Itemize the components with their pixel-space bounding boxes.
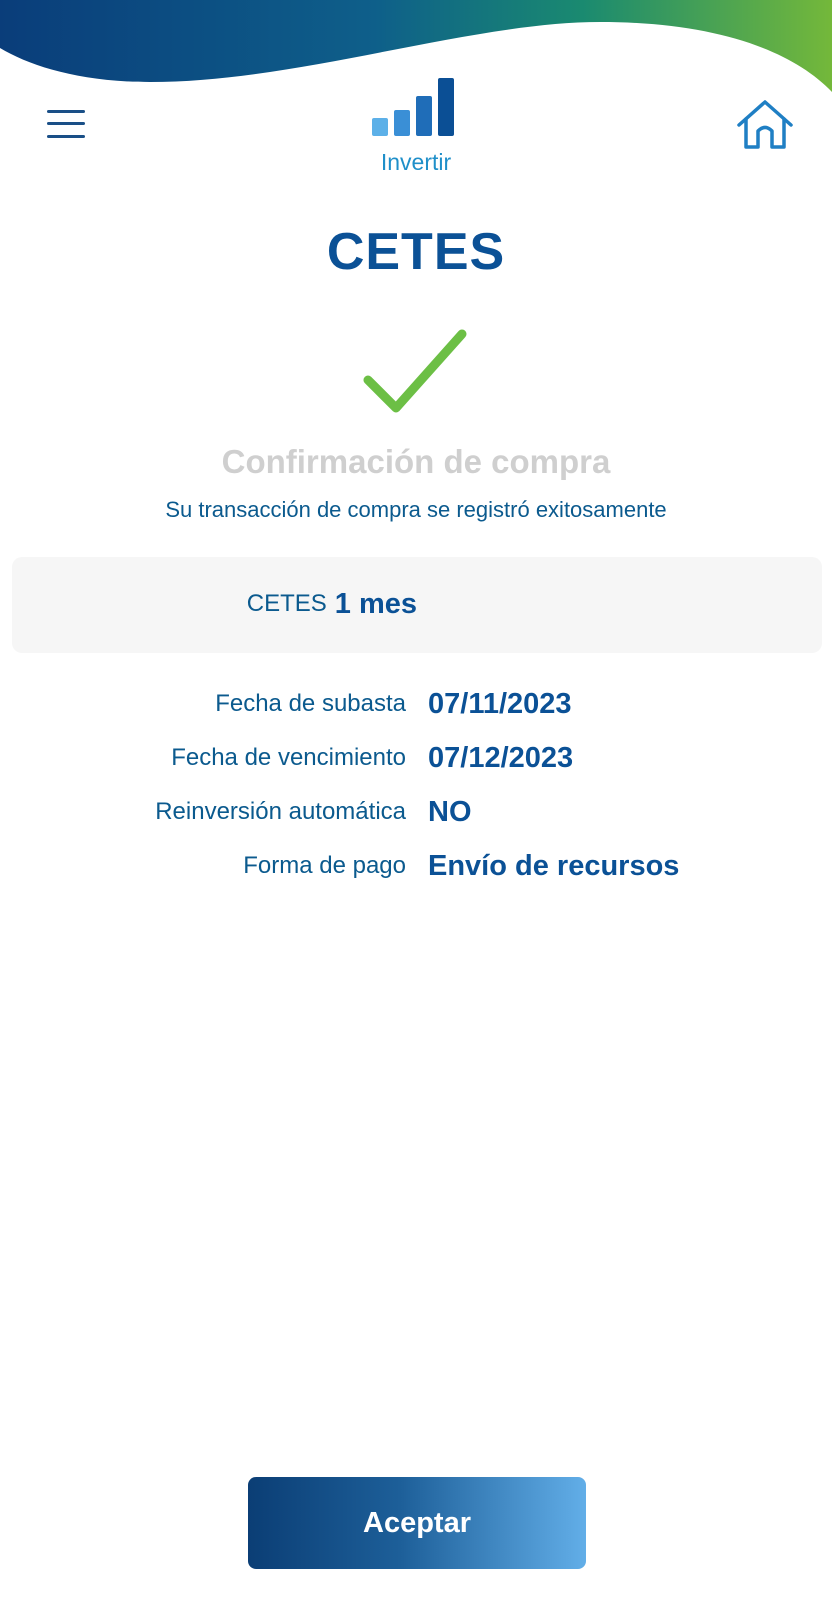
detail-row-auto-reinvestment: Reinversión automática NO bbox=[0, 792, 832, 832]
bar-chart-icon bbox=[372, 78, 454, 136]
hamburger-menu-icon bbox=[47, 110, 85, 113]
detail-row-auction-date: Fecha de subasta 07/11/2023 bbox=[0, 684, 832, 724]
detail-value: 07/11/2023 bbox=[428, 688, 572, 720]
home-icon bbox=[737, 100, 793, 149]
detail-row-payment-method: Forma de pago Envío de recursos bbox=[0, 846, 832, 886]
detail-label: Fecha de vencimiento bbox=[171, 744, 406, 771]
detail-label: Reinversión automática bbox=[155, 798, 406, 825]
instrument-summary: CETES 1 mes bbox=[12, 587, 417, 621]
app-section-label: Invertir bbox=[380, 149, 452, 175]
page-title: CETES bbox=[326, 223, 506, 281]
menu-button[interactable] bbox=[44, 104, 90, 142]
detail-value: NO bbox=[428, 796, 472, 828]
hamburger-menu-icon-line bbox=[47, 122, 85, 125]
detail-value: Envío de recursos bbox=[428, 850, 680, 882]
confirmation-message: Su transacción de compra se registró exi… bbox=[165, 497, 667, 522]
detail-row-maturity-date: Fecha de vencimiento 07/12/2023 bbox=[0, 738, 832, 778]
instrument-summary-card: CETES 1 mes bbox=[12, 557, 822, 653]
detail-value: 07/12/2023 bbox=[428, 742, 574, 774]
purchase-confirmation-screen: Invertir CETES Confirmación de compra Su… bbox=[0, 0, 832, 1600]
instrument-name: CETES bbox=[246, 590, 327, 617]
confirmation-heading: Confirmación de compra bbox=[221, 443, 611, 480]
detail-label: Fecha de subasta bbox=[215, 690, 406, 717]
home-button[interactable] bbox=[734, 98, 796, 152]
check-icon bbox=[363, 329, 467, 413]
hamburger-menu-icon-line bbox=[47, 135, 85, 138]
detail-label: Forma de pago bbox=[243, 852, 406, 879]
instrument-term: 1 mes bbox=[334, 588, 417, 620]
accept-button[interactable]: Aceptar bbox=[248, 1477, 586, 1569]
